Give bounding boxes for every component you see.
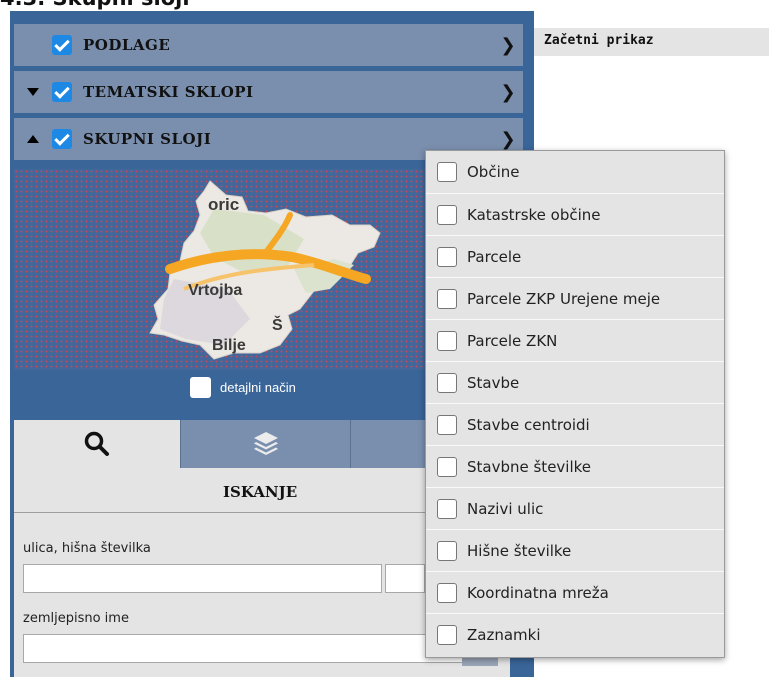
chevron-right-icon[interactable]: ❯ [493,82,523,103]
layer-group-label: TEMATSKI SKLOPI [83,83,254,101]
layer-option[interactable]: Hišne številke [426,529,724,571]
layer-option-label: Katastrske občine [467,205,601,224]
layer-option-label: Koordinatna mreža [467,583,609,602]
layer-option[interactable]: Stavbe [426,361,724,403]
layer-checkbox[interactable] [437,372,457,393]
layer-checkbox[interactable] [437,246,457,267]
street-field-label: ulica, hišna številka [23,541,151,556]
layer-checkbox[interactable] [437,582,457,603]
search-panel-title: ISKANJE [223,483,298,501]
layer-option-label: Stavbe [467,373,520,392]
layer-option[interactable]: Stavbne številke [426,445,724,487]
layer-option[interactable]: Koordinatna mreža [426,571,724,613]
triangle-up-icon [27,135,39,143]
checkbox-checked-icon[interactable] [52,82,72,102]
checkbox-checked-icon[interactable] [52,129,72,149]
layer-checkbox[interactable] [437,498,457,519]
layer-option-label: Parcele ZKN [467,331,558,350]
map-place-label: oric [208,195,240,214]
layer-group-podlage[interactable]: PODLAGE ❯ [14,24,523,66]
layer-option[interactable]: Zaznamki [426,613,724,655]
map-place-label: Vrtojba [188,282,243,299]
tab-other[interactable] [350,420,425,468]
layer-checkbox[interactable] [437,624,457,645]
arrow-slot [14,24,52,66]
layer-option-label: Nazivi ulic [467,499,544,518]
layer-checkbox[interactable] [437,456,457,477]
layer-group-label: PODLAGE [83,36,171,54]
layers-dropdown: Občine Katastrske občine Parcele Parcele… [425,150,725,658]
layer-option-label: Stavbe centroidi [467,415,590,434]
layer-checkbox[interactable] [437,540,457,561]
detail-mode-label: detajlni način [220,380,296,395]
detail-mode-toggle[interactable]: detajlni način [190,377,296,398]
layer-group-label: SKUPNI SLOJI [83,130,212,148]
chevron-right-icon[interactable]: ❯ [493,35,523,56]
layer-option-label: Parcele [467,247,522,266]
view-tab-label: Začetni prikaz [544,33,654,48]
layer-option[interactable]: Nazivi ulic [426,487,724,529]
divider [14,512,425,513]
collapse-toggle[interactable] [14,118,52,160]
tab-layers[interactable] [180,420,351,468]
layer-checkbox[interactable] [437,288,457,309]
layer-option-label: Parcele ZKP Urejene meje [467,289,661,308]
layer-option[interactable]: Katastrske občine [426,193,724,235]
layer-group-tematski-sklopi[interactable]: TEMATSKI SKLOPI ❯ [14,71,523,113]
layer-option[interactable]: Parcele ZKP Urejene meje [426,277,724,319]
search-icon [84,431,109,456]
layer-option-label: Stavbne številke [467,457,592,476]
expand-toggle[interactable] [14,71,52,113]
house-number-input[interactable] [385,564,425,593]
map-preview[interactable]: oric Vrtojba Bilje Š [14,169,425,370]
layer-option-label: Hišne številke [467,541,572,560]
sidebar-tabs [14,420,425,468]
triangle-down-icon [27,88,39,96]
page-heading: 4.3. Skupni sloji [0,0,190,10]
tab-initial-view[interactable]: Začetni prikaz [534,28,769,56]
layer-option[interactable]: Stavbe centroidi [426,403,724,445]
layer-checkbox[interactable] [437,414,457,435]
checkbox-checked-icon[interactable] [52,35,72,55]
map-place-label: Š [272,317,283,334]
chevron-right-icon[interactable]: ❯ [493,129,523,150]
layer-option-label: Občine [467,163,520,181]
place-name-input[interactable] [23,634,463,663]
layer-option-label: Zaznamki [467,625,541,644]
layer-option[interactable]: Občine [426,151,724,193]
detail-mode-checkbox[interactable] [190,377,211,398]
tab-search[interactable] [14,420,181,468]
layer-checkbox[interactable] [437,162,457,182]
layer-option[interactable]: Parcele ZKN [426,319,724,361]
layer-checkbox[interactable] [437,330,457,351]
place-name-field-label: zemljepisno ime [23,611,129,626]
layer-option[interactable]: Parcele [426,235,724,277]
map-place-label: Bilje [212,337,246,354]
layer-checkbox[interactable] [437,204,457,225]
layers-icon [254,432,279,455]
street-input[interactable] [23,564,382,593]
